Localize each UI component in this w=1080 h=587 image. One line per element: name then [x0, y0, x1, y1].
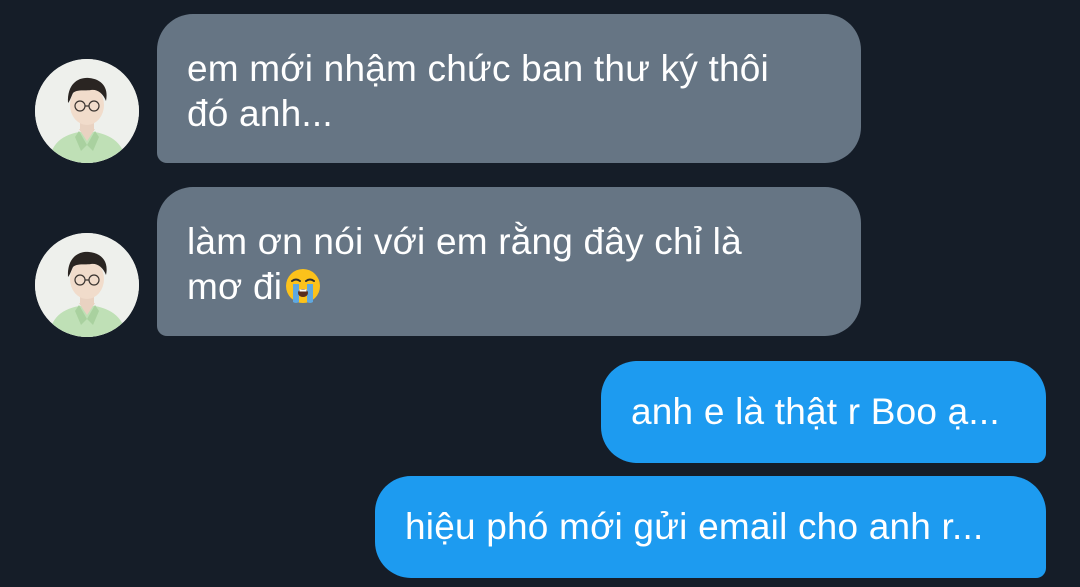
sender-avatar[interactable]: [35, 59, 139, 163]
person-avatar-icon: [35, 59, 139, 163]
message-bubble-incoming[interactable]: làm ơn nói với em rằng đây chỉ là mơ đi: [157, 187, 861, 336]
message-text-line: em mới nhậm chức ban thư ký thôi: [187, 48, 769, 89]
message-bubble-outgoing[interactable]: anh e là thật r Boo ạ...: [601, 361, 1046, 463]
message-text-line: hiệu phó mới gửi email cho anh r...: [405, 506, 984, 547]
person-avatar-icon: [35, 233, 139, 337]
message-text-line: anh e là thật r Boo ạ...: [631, 391, 1000, 432]
message-text-line: làm ơn nói với em rằng đây chỉ là: [187, 221, 742, 262]
message-text-line: mơ đi: [187, 264, 831, 309]
message-text: mơ đi: [187, 266, 283, 307]
message-text-line: đó anh...: [187, 93, 333, 134]
message-bubble-incoming[interactable]: em mới nhậm chức ban thư ký thôi đó anh.…: [157, 14, 861, 163]
chat-conversation: em mới nhậm chức ban thư ký thôi đó anh.…: [0, 0, 1080, 587]
message-bubble-outgoing[interactable]: hiệu phó mới gửi email cho anh r...: [375, 476, 1046, 578]
loudly-crying-face-icon: [284, 267, 322, 305]
sender-avatar[interactable]: [35, 233, 139, 337]
